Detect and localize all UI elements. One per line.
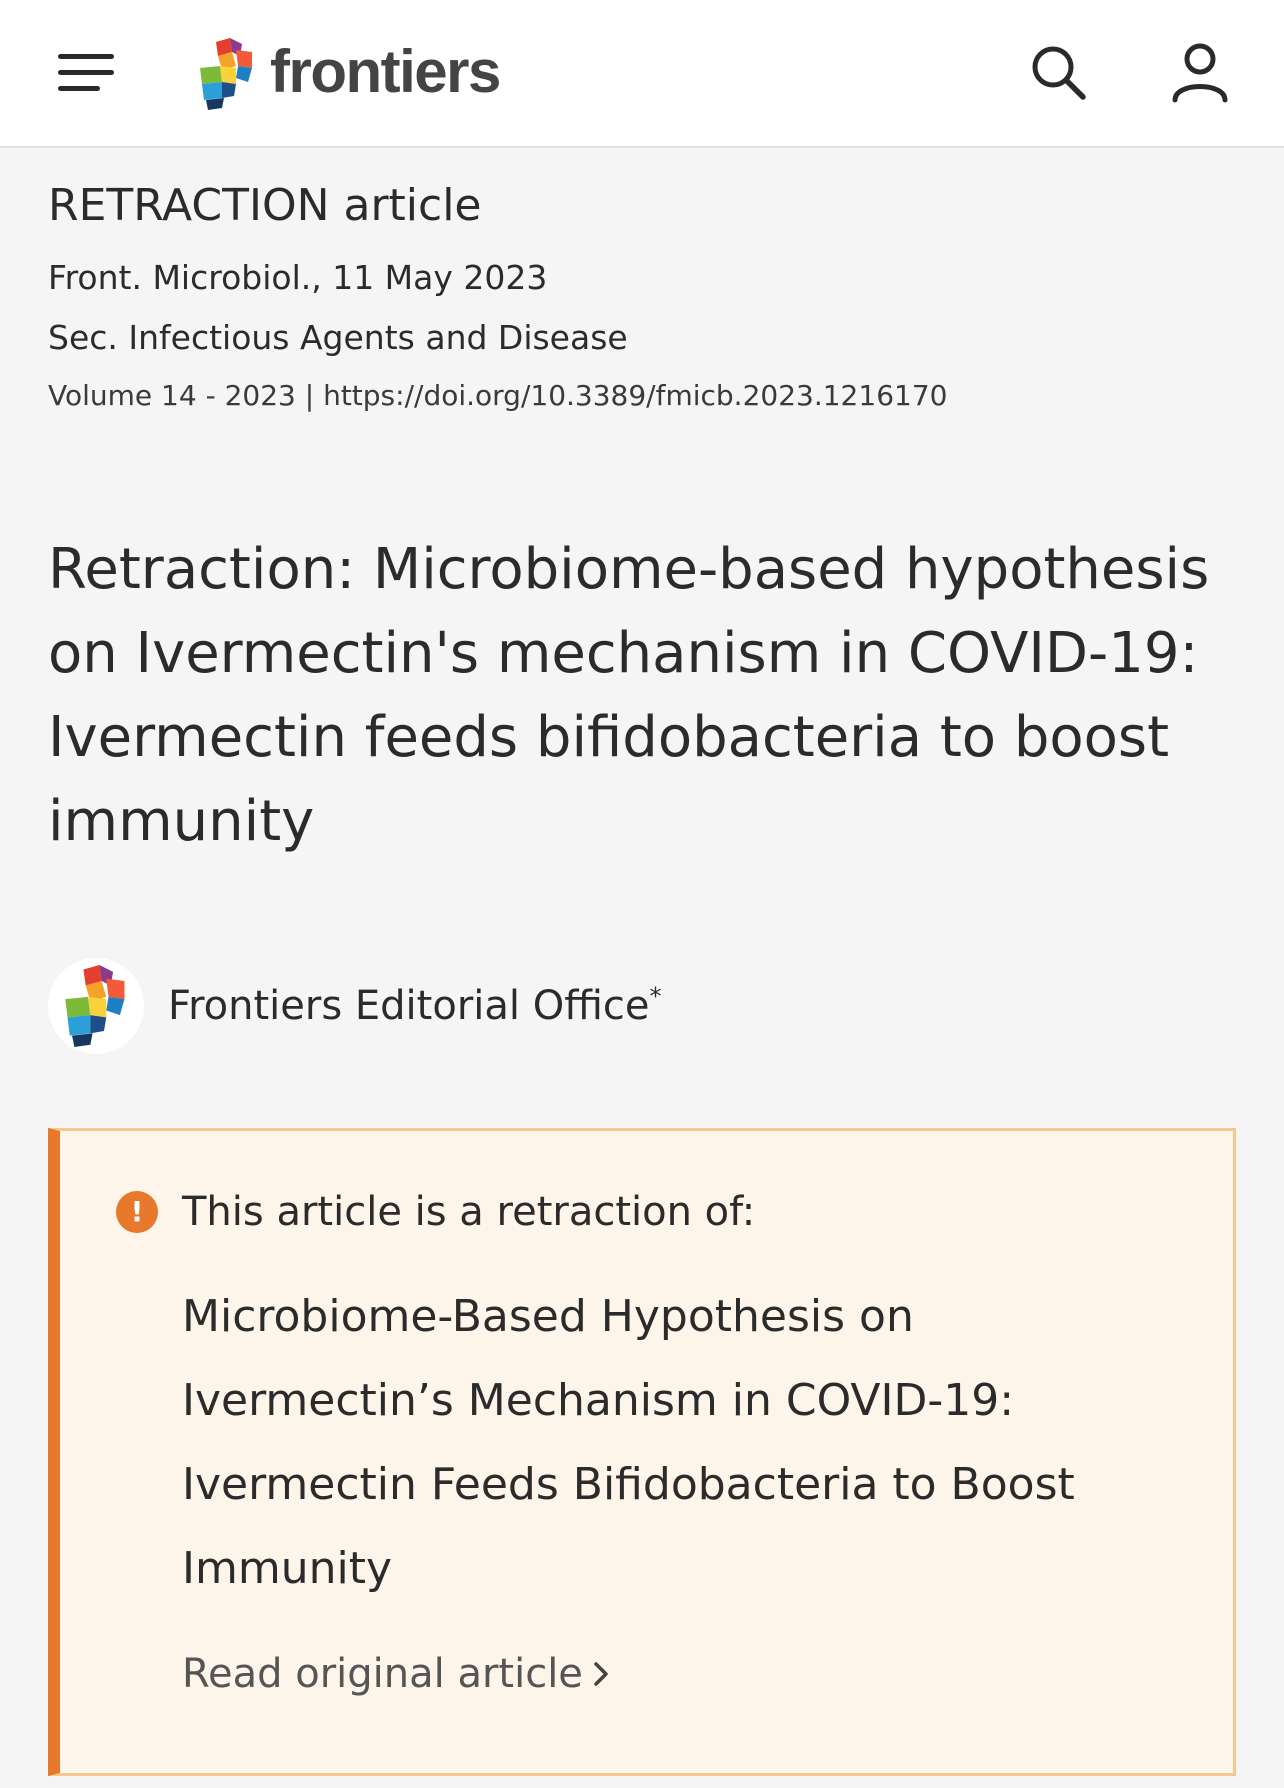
read-original-article-label: Read original article xyxy=(182,1651,583,1697)
article-title: Retraction: Microbiome-based hypothesis … xyxy=(48,537,1210,854)
logo-wordmark: frontiers xyxy=(270,38,501,105)
retraction-notice: ! This article is a retraction of: Micro… xyxy=(48,1128,1236,1776)
search-icon[interactable] xyxy=(1030,44,1088,102)
journal-section: Sec. Infectious Agents and Disease xyxy=(48,318,628,357)
hamburger-menu-icon[interactable] xyxy=(58,50,116,96)
corresponding-author-marker: * xyxy=(649,982,662,1011)
frontiers-avatar-icon xyxy=(65,965,125,1047)
article-meta: RETRACTION article Front. Microbiol., 11… xyxy=(48,176,1238,416)
chevron-right-icon xyxy=(594,1662,608,1686)
alert-icon: ! xyxy=(116,1191,158,1233)
frontiers-logo[interactable]: frontiers xyxy=(196,36,501,112)
article-type: RETRACTION article xyxy=(48,180,482,231)
top-nav-bar: frontiers xyxy=(0,0,1284,148)
author-entry[interactable]: Frontiers Editorial Office* xyxy=(48,958,661,1054)
frontiers-logo-mark-icon xyxy=(200,38,252,110)
avatar xyxy=(48,958,144,1054)
volume-doi-line: Volume 14 - 2023 | https://doi.org/10.33… xyxy=(48,376,1238,416)
doi-link[interactable]: https://doi.org/10.3389/fmicb.2023.12161… xyxy=(323,379,947,412)
retraction-notice-label: This article is a retraction of: xyxy=(182,1189,756,1235)
volume-label: Volume 14 - 2023 xyxy=(48,379,296,412)
author-name[interactable]: Frontiers Editorial Office* xyxy=(168,983,661,1029)
separator: | xyxy=(295,379,324,412)
journal-date-line: Front. Microbiol., 11 May 2023 xyxy=(48,258,548,297)
read-original-article-link[interactable]: Read original article xyxy=(182,1649,613,1699)
user-icon[interactable] xyxy=(1170,42,1230,104)
original-article-title[interactable]: Microbiome-Based Hypothesis on Ivermecti… xyxy=(182,1275,1162,1611)
